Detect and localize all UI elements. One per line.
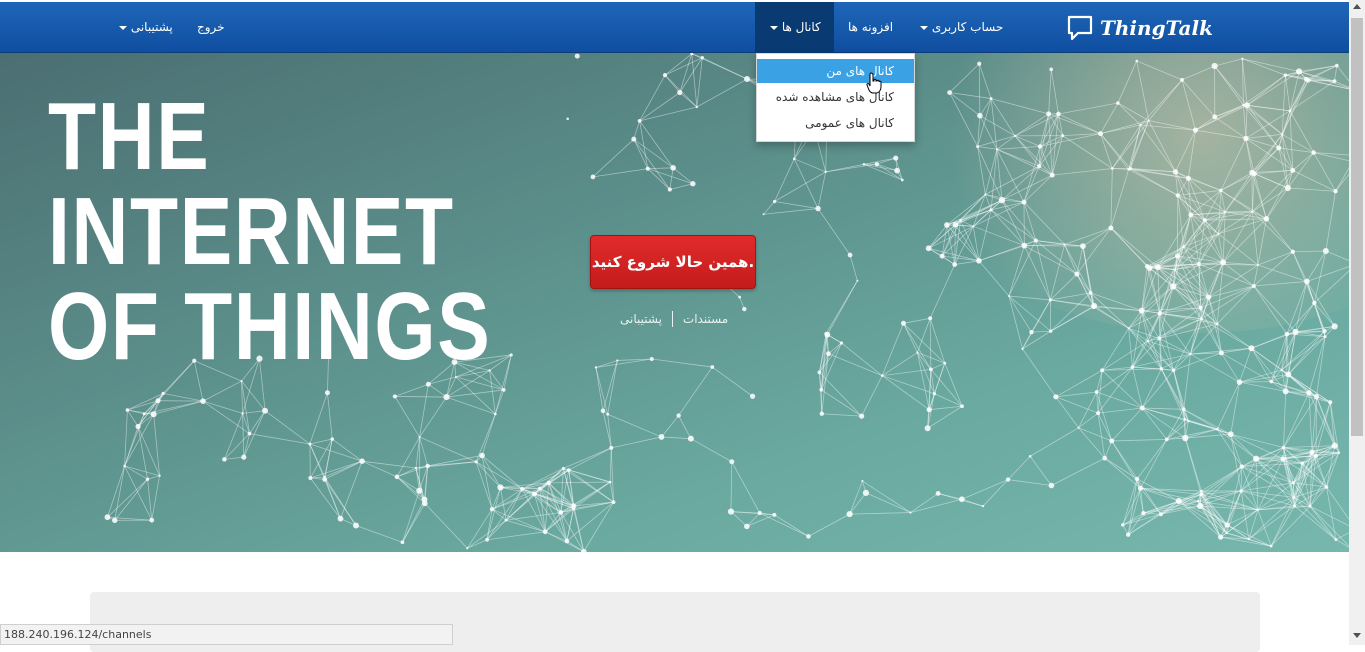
nav-plugins-label: افزونه ها <box>848 20 893 34</box>
get-started-button[interactable]: همین حالا شروع کنید. <box>590 235 756 289</box>
caret-down-icon <box>119 26 127 30</box>
hero-banner: THE INTERNET OF THINGS همین حالا شروع کن… <box>0 53 1349 552</box>
hero-title: THE INTERNET OF THINGS <box>48 89 491 374</box>
menu-item-public-channels[interactable]: کانال های عمومی <box>757 111 914 135</box>
link-separator <box>672 311 673 327</box>
hand-pointer-icon <box>866 72 882 94</box>
scroll-thumb[interactable] <box>1351 18 1363 436</box>
status-bar-url: 188.240.196.124/channels <box>0 624 453 645</box>
scroll-down-arrow-icon[interactable] <box>1353 633 1361 638</box>
nav-channels-label: کانال ها <box>782 20 821 34</box>
caret-down-icon <box>920 26 928 30</box>
caret-down-icon <box>770 26 778 30</box>
menu-item-my-channels[interactable]: کانال های من <box>757 59 914 83</box>
hero-title-line: THE <box>48 89 491 184</box>
nav-plugins[interactable]: افزونه ها <box>848 2 893 52</box>
hero-title-line: INTERNET <box>48 184 491 279</box>
docs-link[interactable]: مستندات <box>683 309 728 329</box>
nav-logout[interactable]: خروج <box>197 2 225 52</box>
support-link[interactable]: پشتیبانی <box>620 309 662 329</box>
scroll-up-arrow-icon[interactable] <box>1353 4 1361 9</box>
nav-account-dropdown[interactable]: حساب کاربری <box>920 2 1003 52</box>
brand-logo[interactable]: ThingTalk <box>1066 12 1213 44</box>
nav-channels-dropdown[interactable]: کانال ها <box>755 2 834 52</box>
nav-support-dropdown[interactable]: پشتیبانی <box>119 2 173 52</box>
nav-account-label: حساب کاربری <box>932 20 1003 34</box>
nav-support-label: پشتیبانی <box>131 20 173 34</box>
brand-name: ThingTalk <box>1100 16 1213 40</box>
navbar: ThingTalk حساب کاربری افزونه ها کانال ها… <box>0 2 1349 53</box>
nav-logout-label: خروج <box>197 20 225 34</box>
hero-title-line: OF THINGS <box>48 279 491 374</box>
speech-bubble-icon <box>1066 14 1094 42</box>
vertical-scrollbar[interactable] <box>1349 0 1365 645</box>
hero-links: پشتیبانی مستندات <box>620 309 728 329</box>
channels-dropdown-menu: کانال های من کانال های مشاهده شده کانال … <box>756 53 915 142</box>
menu-item-watched-channels[interactable]: کانال های مشاهده شده <box>757 85 914 109</box>
